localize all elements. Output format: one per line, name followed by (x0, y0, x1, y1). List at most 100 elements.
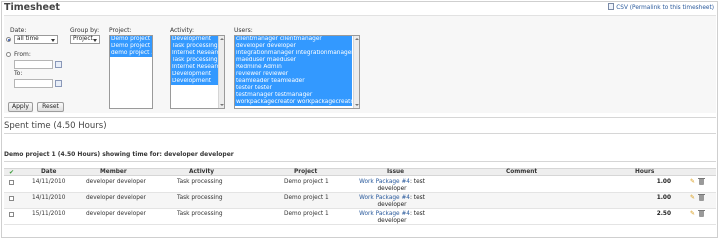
csv-link[interactable]: CSV (616, 5, 628, 11)
col-member[interactable]: Member (100, 169, 127, 176)
row-project: Demo project 1 (284, 195, 329, 201)
filter-panel: Date: all time From: To: Group by: Proje… (4, 15, 716, 113)
project-option[interactable]: Demo project 1 (110, 36, 152, 43)
activity-option[interactable]: Development (171, 36, 218, 43)
scroll-down-icon[interactable] (220, 104, 224, 106)
col-activity[interactable]: Activity (189, 169, 214, 176)
edit-icon[interactable]: ✎ (690, 179, 696, 185)
date-period-radio[interactable] (6, 37, 11, 42)
check-all-icon[interactable]: ✔ (9, 169, 14, 176)
apply-button[interactable]: Apply (8, 102, 33, 112)
scroll-down-icon[interactable] (355, 104, 359, 106)
csv-export[interactable]: CSV (Permalink to this timesheet) (608, 3, 714, 11)
row-member: developer developer (86, 211, 146, 217)
table-row: 14/11/2010 developer developer Task proc… (4, 177, 716, 193)
user-option[interactable]: testmanager testmanager (235, 92, 352, 99)
scroll-up-icon[interactable] (220, 38, 224, 40)
delete-icon[interactable] (698, 194, 705, 201)
user-option[interactable]: workpackagecreator workpackagecreator (235, 99, 352, 106)
row-issue: Work Package #4: test developer (352, 179, 432, 193)
activity-option[interactable]: Task processing (171, 57, 218, 64)
row-hours: 2.50 (656, 211, 671, 217)
row-hours: 1.00 (656, 195, 671, 201)
from-label: From: (14, 51, 31, 58)
user-option[interactable]: maeduser maeduser (235, 57, 352, 64)
project-option[interactable]: demo project 3 (110, 50, 152, 57)
delete-icon[interactable] (698, 178, 705, 185)
row-project: Demo project 1 (284, 211, 329, 217)
divider (4, 117, 716, 118)
divider (4, 133, 716, 134)
activity-option[interactable]: Internet Research (171, 64, 218, 71)
delete-icon[interactable] (698, 210, 705, 217)
table-header: ✔ Date Member Activity Project Issue Com… (4, 168, 716, 176)
reset-button[interactable]: Reset (37, 102, 64, 112)
row-activity: Task processing (177, 195, 223, 201)
row-date: 14/11/2010 (32, 179, 66, 185)
user-option[interactable]: tester tester (235, 85, 352, 92)
edit-icon[interactable]: ✎ (690, 195, 696, 201)
row-project: Demo project 1 (284, 179, 329, 185)
spent-time-heading: Spent time (4.50 Hours) (4, 121, 107, 131)
row-activity: Task processing (177, 179, 223, 185)
group-by-value: Project (73, 36, 93, 42)
project-option[interactable]: Demo project 2 (110, 43, 152, 50)
user-option[interactable]: teamleader teamleader (235, 78, 352, 85)
from-date-input[interactable] (14, 60, 53, 69)
activity-listbox[interactable]: Development Task processing Internet Res… (170, 35, 225, 109)
csv-file-icon (608, 3, 615, 10)
chevron-down-icon (93, 39, 97, 42)
col-hours[interactable]: Hours (635, 169, 654, 176)
project-listbox[interactable]: Demo project 1 Demo project 2 demo proje… (109, 35, 153, 109)
row-checkbox[interactable] (9, 212, 14, 217)
date-range-radio[interactable] (6, 52, 11, 57)
user-option[interactable]: clientmanager clientmanager (235, 36, 352, 43)
page-title: Timesheet (4, 2, 60, 13)
col-issue[interactable]: Issue (387, 169, 404, 176)
chevron-down-icon (51, 39, 55, 42)
scroll-up-icon[interactable] (355, 38, 359, 40)
col-comment[interactable]: Comment (506, 169, 537, 176)
col-date[interactable]: Date (41, 169, 56, 176)
row-checkbox[interactable] (9, 196, 14, 201)
users-listbox[interactable]: clientmanager clientmanager developer de… (234, 35, 360, 109)
issue-text: : test (410, 179, 425, 185)
edit-icon[interactable]: ✎ (690, 211, 696, 217)
row-date: 15/11/2010 (32, 211, 66, 217)
issue-sub: developer (377, 218, 407, 224)
row-activity: Task processing (177, 211, 223, 217)
to-label: To: (14, 70, 23, 77)
activity-scrollbar[interactable] (218, 36, 224, 108)
date-label: Date: (10, 27, 27, 34)
activity-option[interactable]: Development (171, 78, 218, 85)
row-date: 14/11/2010 (32, 195, 66, 201)
row-issue: Work Package #4: test developer (352, 211, 432, 225)
activity-option[interactable]: Task processing (171, 43, 218, 50)
user-option[interactable]: reviewer reviewer (235, 71, 352, 78)
user-option[interactable]: Redmine Admin (235, 64, 352, 71)
row-checkbox[interactable] (9, 180, 14, 185)
users-scrollbar[interactable] (353, 36, 359, 108)
group-heading: Demo project 1 (4.50 Hours) showing time… (4, 151, 234, 158)
activity-label: Activity: (170, 27, 195, 34)
to-date-input[interactable] (14, 79, 53, 88)
col-project[interactable]: Project (294, 169, 317, 176)
issue-link[interactable]: Work Package #4 (359, 211, 410, 217)
issue-text: : test (410, 211, 425, 217)
date-period-select[interactable]: all time (14, 35, 58, 44)
table-row: 14/11/2010 developer developer Task proc… (4, 193, 716, 209)
activity-option[interactable]: Development (171, 71, 218, 78)
issue-link[interactable]: Work Package #4 (359, 195, 410, 201)
group-by-select[interactable]: Project (70, 35, 100, 44)
row-issue: Work Package #4: test developer (352, 195, 432, 209)
from-calendar-icon[interactable] (55, 61, 62, 68)
user-option[interactable]: developer developer (235, 43, 352, 50)
users-label: Users: (234, 27, 253, 34)
table-row: 15/11/2010 developer developer Task proc… (4, 209, 716, 225)
issue-link[interactable]: Work Package #4 (359, 179, 410, 185)
activity-option[interactable]: Internet Research (171, 50, 218, 57)
to-calendar-icon[interactable] (55, 80, 62, 87)
permalink-link[interactable]: (Permalink to this timesheet) (630, 5, 714, 11)
issue-sub: developer (377, 186, 407, 192)
user-option[interactable]: integrationmanager integrationmanager (235, 50, 352, 57)
